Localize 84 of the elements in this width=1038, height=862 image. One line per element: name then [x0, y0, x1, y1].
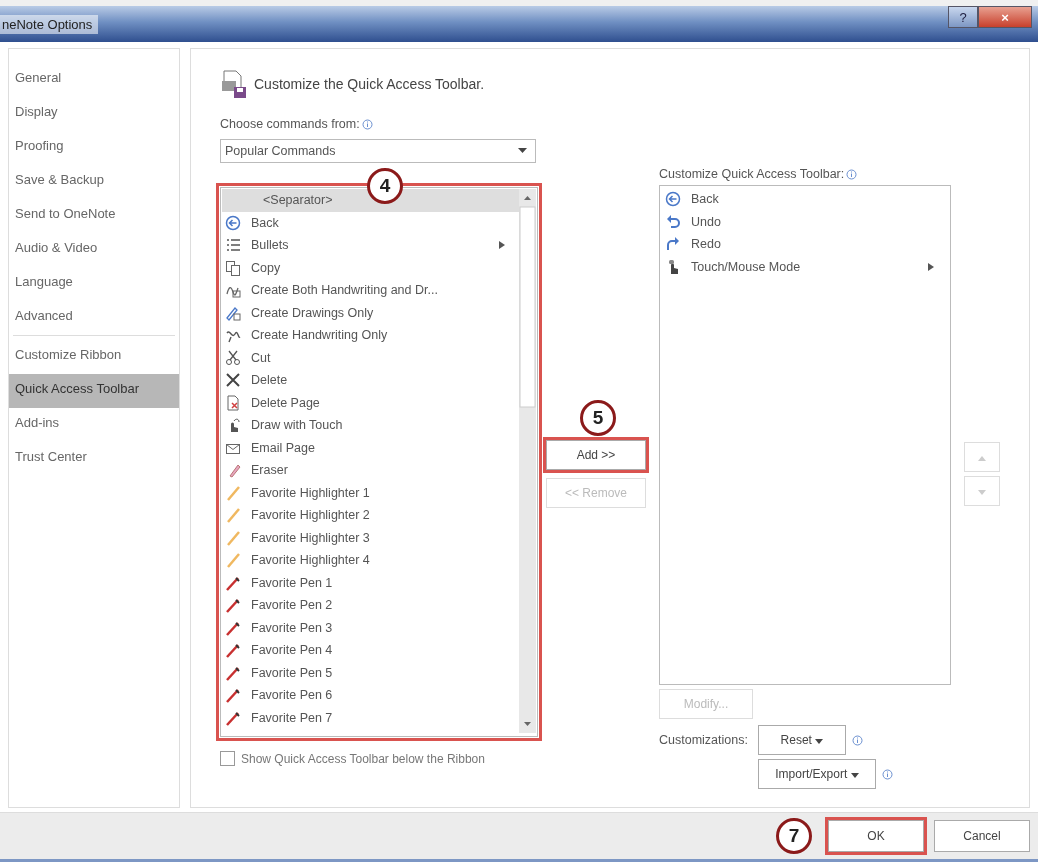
- caret-icon: [850, 773, 859, 778]
- sidebar-item[interactable]: Audio & Video: [9, 233, 179, 267]
- scissors-icon: [225, 349, 241, 366]
- import-export-button[interactable]: Import/Export: [757, 759, 876, 789]
- checkbox-label: Show Quick Access Toolbar below the Ribbon: [241, 751, 486, 768]
- info-icon: [361, 118, 373, 130]
- list-item[interactable]: Favorite Highlighter 3: [222, 526, 519, 549]
- sidebar-item[interactable]: Add-ins: [9, 408, 179, 442]
- pen-icon: [225, 574, 241, 591]
- pen-icon: [225, 642, 241, 659]
- undo-arrow-icon: [665, 213, 681, 230]
- list-item[interactable]: Delete: [222, 369, 519, 392]
- redo-arrow-icon: [665, 236, 681, 253]
- highlighter-icon: [225, 507, 241, 524]
- pen-icon: [225, 687, 241, 704]
- list-item[interactable]: Favorite Pen 7: [222, 706, 519, 729]
- checkbox[interactable]: [220, 751, 235, 766]
- customizations-label: Customizations:: [659, 732, 748, 747]
- list-item[interactable]: Touch/Mouse Mode: [662, 255, 948, 278]
- list-item[interactable]: Copy: [222, 256, 519, 279]
- commands-label: Choose commands from:: [220, 117, 360, 131]
- pen-icon: [225, 709, 241, 726]
- sidebar-item[interactable]: Proofing: [9, 131, 179, 165]
- list-item[interactable]: Favorite Highlighter 1: [222, 481, 519, 504]
- list-item[interactable]: Favorite Pen 5: [222, 661, 519, 684]
- list-item[interactable]: Undo: [662, 210, 948, 233]
- bullet-list-icon: [225, 237, 241, 254]
- sidebar-item[interactable]: General: [9, 63, 179, 97]
- highlighter-icon: [225, 529, 241, 546]
- window-title: neNote Options: [0, 14, 99, 34]
- scrollbar-drawing[interactable]: [519, 189, 536, 733]
- info-icon: [846, 168, 858, 180]
- list-item[interactable]: Create Both Handwriting and Dr...: [222, 279, 519, 302]
- list-item[interactable]: Favorite Highlighter 2: [222, 504, 519, 527]
- list-item[interactable]: Eraser: [222, 459, 519, 482]
- pen-icon: [225, 597, 241, 614]
- toolbar-label: Customize Quick Access Toolbar:: [659, 167, 845, 181]
- page-x-icon: [225, 394, 241, 411]
- pen-icon: [225, 664, 241, 681]
- help-button[interactable]: ?: [948, 6, 978, 28]
- list-item[interactable]: Favorite Highlighter 4: [222, 549, 519, 572]
- pen-icon: [225, 619, 241, 636]
- list-item[interactable]: Favorite Pen 3: [222, 616, 519, 639]
- list-item[interactable]: Back: [662, 188, 948, 211]
- step-number: 5: [580, 400, 616, 436]
- list-item[interactable]: Draw with Touch: [222, 414, 519, 437]
- reset-button[interactable]: Reset: [757, 725, 846, 755]
- sidebar-item[interactable]: Language: [9, 267, 179, 301]
- info-icon: [851, 734, 863, 746]
- x-mark-icon: [225, 372, 241, 389]
- list-item[interactable]: Favorite Pen 6: [222, 684, 519, 707]
- sidebar-item[interactable]: Send to OneNote: [9, 199, 179, 233]
- sidebar-item[interactable]: Quick Access Toolbar: [9, 374, 179, 408]
- list-item[interactable]: Create Drawings Only: [222, 301, 519, 324]
- sidebar-item[interactable]: Trust Center: [9, 442, 179, 476]
- list-item[interactable]: Redo: [662, 233, 948, 256]
- ok-button[interactable]: OK: [828, 820, 924, 852]
- commands-dropdown[interactable]: Popular Commands: [220, 139, 536, 163]
- list-item[interactable]: Favorite Pen 2: [222, 594, 519, 617]
- list-item[interactable]: Favorite Pen 4: [222, 639, 519, 662]
- list-item[interactable]: Delete Page: [222, 391, 519, 414]
- step-number: 4: [367, 168, 403, 204]
- sidebar-item[interactable]: Display: [9, 97, 179, 131]
- down-arrow-icon: [978, 490, 986, 495]
- add-button[interactable]: Add >>: [546, 440, 646, 470]
- sidebar-item[interactable]: Advanced: [9, 301, 179, 335]
- highlighter-icon: [225, 484, 241, 501]
- sidebar-item[interactable]: Save & Backup: [9, 165, 179, 199]
- sidebar-item[interactable]: Customize Ribbon: [9, 340, 179, 374]
- copy-icon: [225, 259, 241, 276]
- list-item[interactable]: Favorite Pen 1: [222, 571, 519, 594]
- highlighter-icon: [225, 552, 241, 569]
- list-item[interactable]: Cut: [222, 346, 519, 369]
- section-heading: Customize the Quick Access Toolbar.: [254, 76, 485, 92]
- step-number: 7: [776, 818, 812, 854]
- caret-icon: [518, 148, 527, 154]
- list-item[interactable]: Back: [222, 211, 519, 234]
- list-item[interactable]: Create Handwriting Only: [222, 324, 519, 347]
- list-item[interactable]: Email Page: [222, 436, 519, 459]
- caret-icon: [815, 739, 824, 744]
- list-item[interactable]: Bullets: [222, 234, 519, 257]
- info-icon: [881, 768, 893, 780]
- up-arrow-icon: [978, 456, 986, 461]
- cancel-button[interactable]: Cancel: [934, 820, 1030, 852]
